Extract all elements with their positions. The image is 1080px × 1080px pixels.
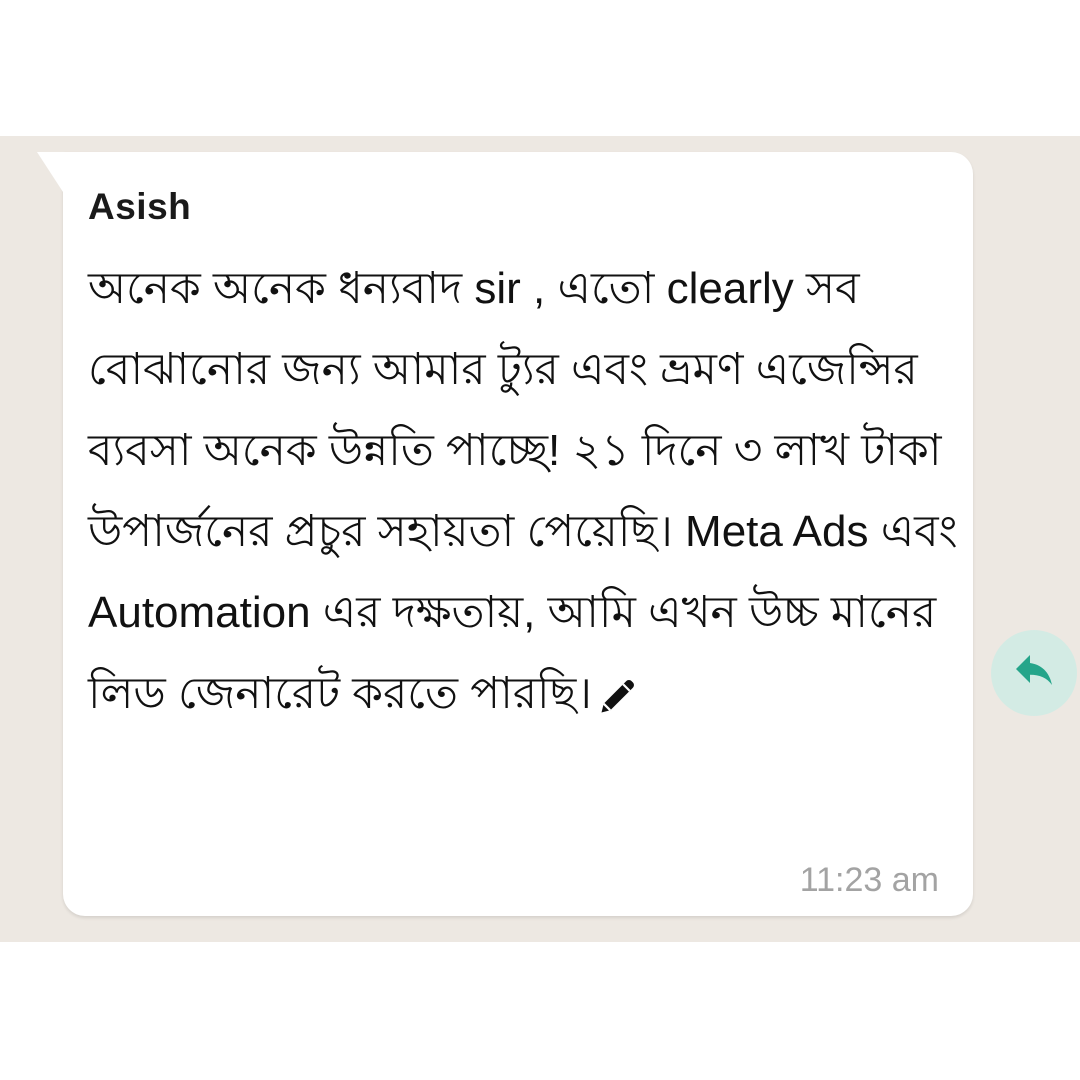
reply-arrow-icon bbox=[1016, 655, 1052, 685]
reply-button[interactable] bbox=[991, 630, 1077, 716]
message-bubble[interactable]: Asish অনেক অনেক ধন্যবাদ sir , এতো clearl… bbox=[37, 152, 973, 916]
message-text: অনেক অনেক ধন্যবাদ sir , এতো clearly সব ব… bbox=[88, 264, 958, 718]
pencil-icon bbox=[601, 680, 634, 713]
message-timestamp: 11:23 am bbox=[799, 861, 939, 899]
chat-area: Asish অনেক অনেক ধন্যবাদ sir , এতো clearl… bbox=[0, 136, 1080, 942]
sender-name: Asish bbox=[88, 186, 192, 227]
message-text-block: অনেক অনেক ধন্যবাদ sir , এতো clearly সব ব… bbox=[88, 248, 958, 734]
bubble-tail bbox=[37, 152, 63, 192]
